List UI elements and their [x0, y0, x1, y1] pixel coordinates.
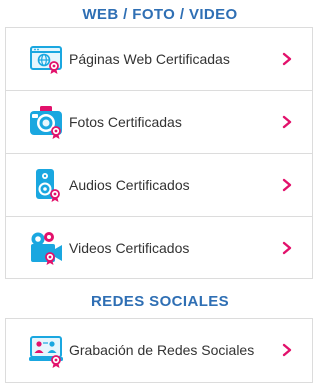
list-item-label: Páginas Web Certificadas — [69, 51, 230, 67]
speaker-certified-icon — [36, 169, 60, 202]
list-item-grabacion-redes[interactable]: Grabación de Redes Sociales — [6, 319, 312, 382]
chevron-right-icon[interactable] — [280, 115, 294, 129]
list-item-label: Grabación de Redes Sociales — [69, 342, 255, 358]
list-item-audios[interactable]: Audios Certificados — [6, 154, 312, 217]
web-foto-video-list: Páginas Web Certificadas Fotos Certifica… — [5, 27, 313, 279]
redes-sociales-list: Grabación de Redes Sociales — [5, 318, 313, 383]
list-item-videos[interactable]: Videos Certificados — [6, 217, 312, 280]
chevron-right-icon[interactable] — [280, 343, 294, 357]
list-item-label: Audios Certificados — [69, 177, 190, 193]
social-network-recording-icon — [29, 336, 63, 368]
section-title-redes-sociales: REDES SOCIALES — [90, 293, 230, 310]
chevron-right-icon[interactable] — [280, 241, 294, 255]
list-item-paginas-web[interactable]: Páginas Web Certificadas — [6, 28, 312, 91]
chevron-right-icon[interactable] — [280, 52, 294, 66]
chevron-right-icon[interactable] — [280, 178, 294, 192]
video-camera-certified-icon — [31, 232, 62, 265]
section-title-web-foto-video: WEB / FOTO / VIDEO — [82, 6, 238, 23]
list-item-label: Fotos Certificadas — [69, 114, 182, 130]
list-item-fotos[interactable]: Fotos Certificadas — [6, 91, 312, 154]
camera-certified-icon — [30, 106, 62, 139]
web-page-certified-icon — [30, 46, 62, 74]
list-item-label: Videos Certificados — [69, 240, 190, 256]
